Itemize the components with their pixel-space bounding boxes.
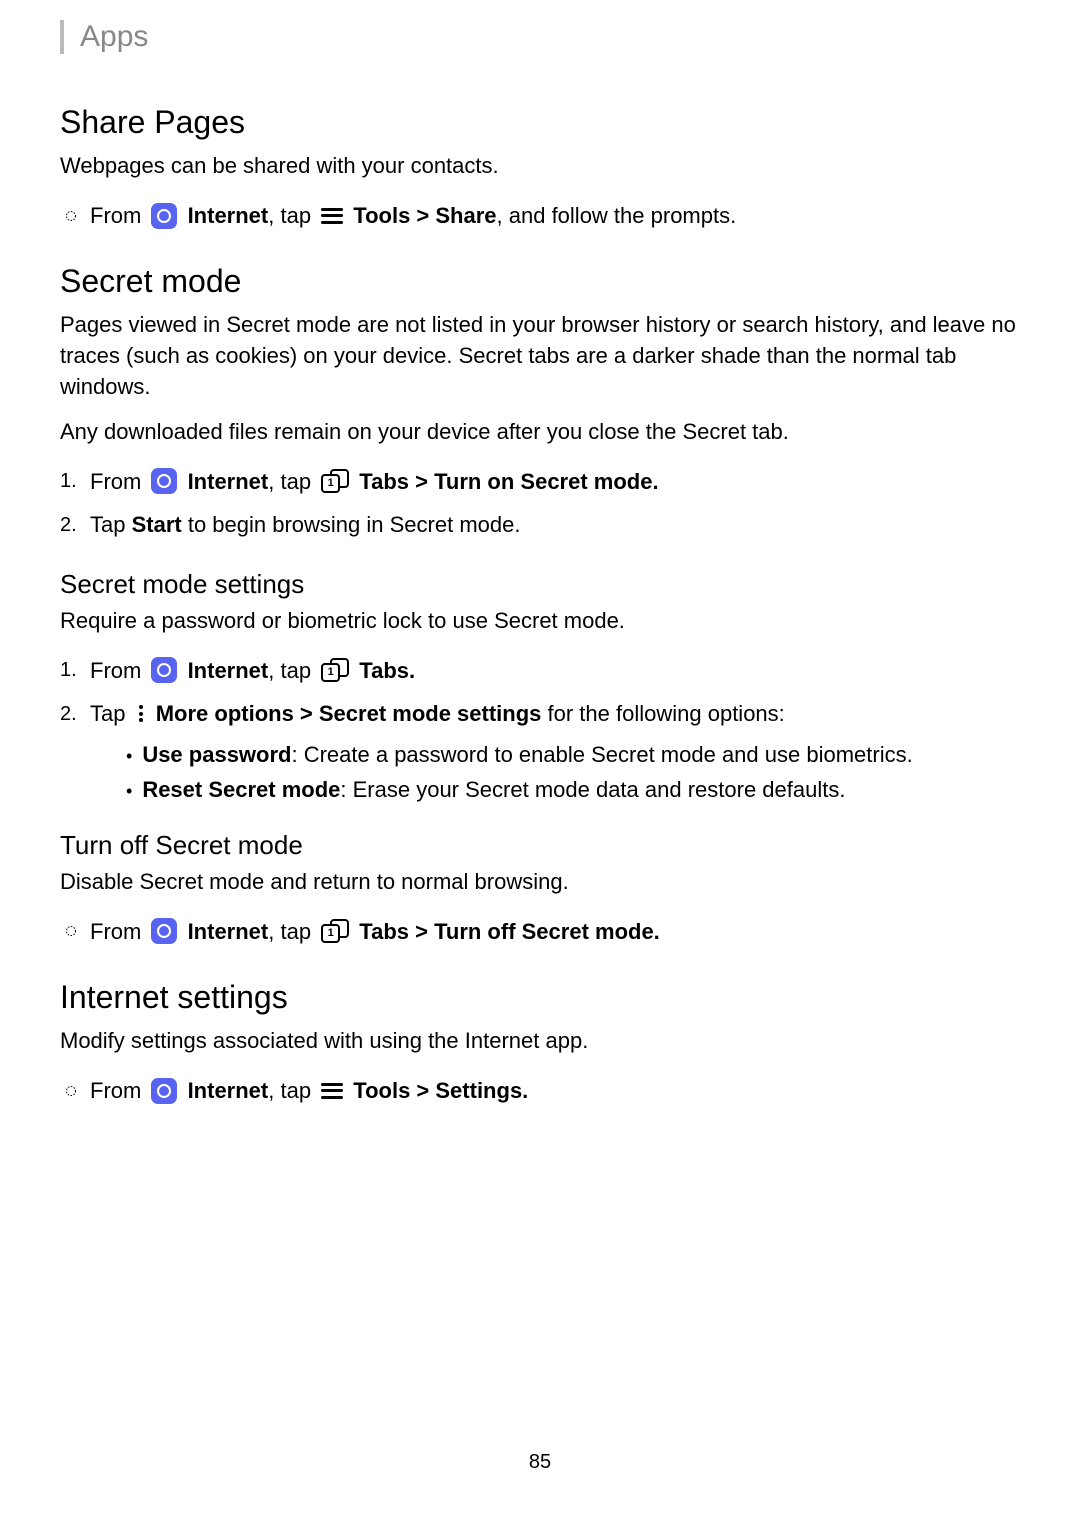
internet-icon [151,918,177,944]
tabs-icon: 1 [321,919,349,943]
page-number: 85 [60,1451,1020,1474]
header-label: Apps [80,20,148,53]
isettings-instruction: From Internet , tap Tools > Settings. [60,1071,1020,1111]
settings-title: Secret mode settings [60,569,1020,600]
settings-desc: Require a password or biometric lock to … [60,606,1020,637]
settings-bullet1: •Use password: Create a password to enab… [126,738,1020,771]
internet-icon [151,468,177,494]
tools-icon [321,1083,343,1099]
settings-bullet2: •Reset Secret mode: Erase your Secret mo… [126,773,1020,806]
turnoff-title: Turn off Secret mode [60,830,1020,861]
secret-step1: 1. From Internet , tap 1 Tabs > Turn on … [60,462,1020,502]
tools-icon [321,208,343,224]
internet-icon [151,203,177,229]
internet-icon [151,657,177,683]
share-title: Share Pages [60,104,1020,141]
settings-step1: 1. From Internet , tap 1 Tabs. [60,651,1020,691]
secret-step2: 2. Tap Start to begin browsing in Secret… [60,505,1020,545]
bullet-open-icon [60,925,82,937]
header: Apps [60,20,1020,54]
bullet-open-icon [60,210,82,222]
secret-title: Secret mode [60,263,1020,300]
turnoff-desc: Disable Secret mode and return to normal… [60,867,1020,898]
share-instruction: From Internet , tap Tools > Share , and … [60,196,1020,236]
secret-desc2: Any downloaded files remain on your devi… [60,417,1020,448]
isettings-title: Internet settings [60,979,1020,1016]
bullet-open-icon [60,1085,82,1097]
turnoff-instruction: From Internet , tap 1 Tabs > Turn off Se… [60,912,1020,952]
tabs-icon: 1 [321,658,349,682]
tabs-icon: 1 [321,469,349,493]
secret-desc1: Pages viewed in Secret mode are not list… [60,310,1020,402]
share-desc: Webpages can be shared with your contact… [60,151,1020,182]
isettings-desc: Modify settings associated with using th… [60,1026,1020,1057]
settings-step2: 2. Tap More options > Secret mode settin… [60,694,1020,734]
more-options-icon [136,705,146,722]
internet-icon [151,1078,177,1104]
